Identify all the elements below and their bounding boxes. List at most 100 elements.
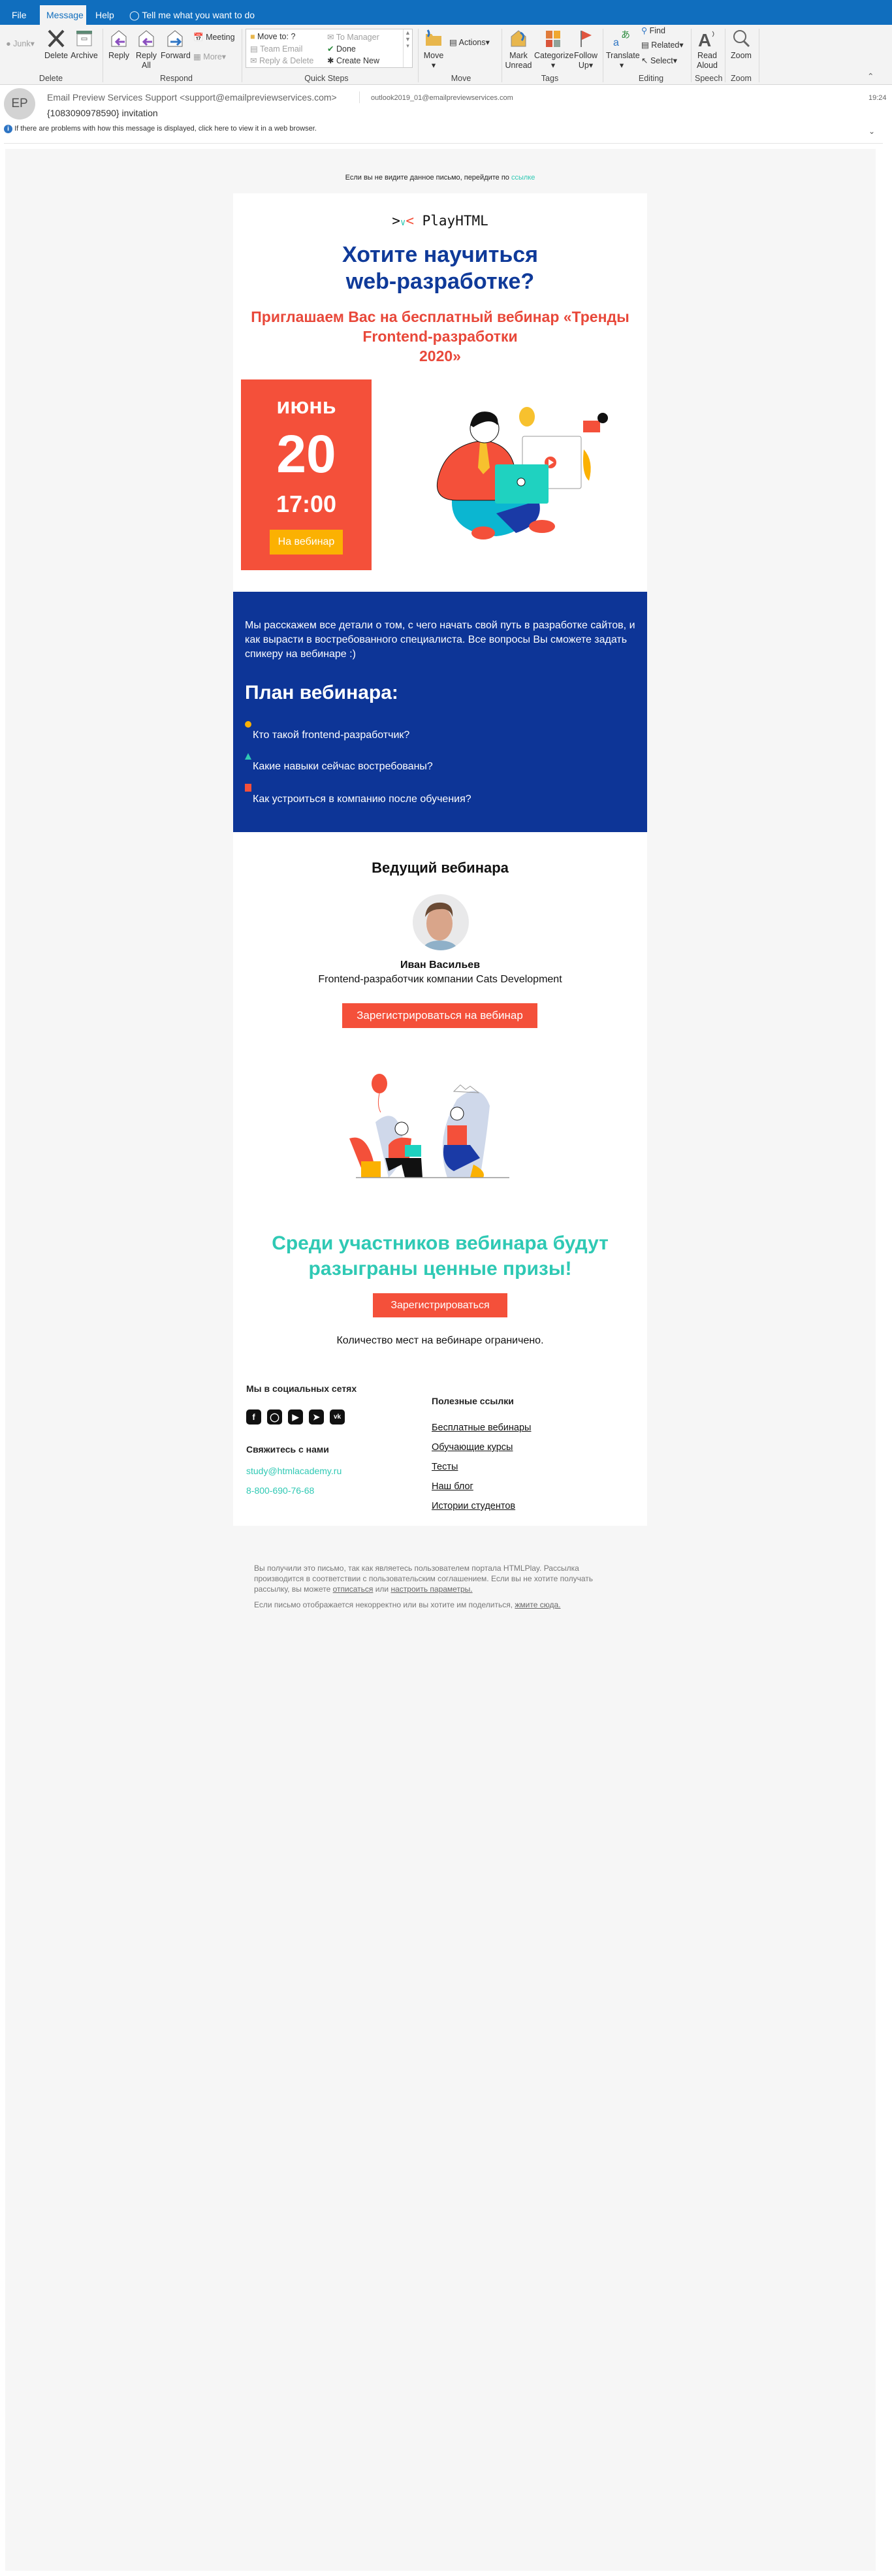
logo-icon: >∨< (392, 213, 414, 229)
group-label-speech: Speech (695, 74, 723, 83)
reply-all-button[interactable]: Reply All (133, 29, 159, 71)
quick-step-reply-delete[interactable]: ✉ Reply & Delete (250, 56, 313, 65)
youtube-icon[interactable]: ▶ (288, 1409, 303, 1425)
reply-all-icon (138, 30, 154, 47)
link-tests[interactable]: Тесты (432, 1462, 458, 1472)
quick-step-move-to[interactable]: ■ Move to: ? (250, 32, 295, 41)
meeting-icon: 📅 (193, 33, 204, 42)
webinar-button[interactable]: На вебинар (270, 530, 343, 555)
limited-seats-note: Количество мест на вебинаре ограничено. (336, 1335, 544, 1346)
junk-button[interactable]: ● Junk▾ (4, 39, 37, 49)
quick-steps-gallery: ■ Move to: ? ▤ Team Email ✉ Reply & Dele… (246, 29, 413, 68)
link-courses[interactable]: Обучающие курсы (432, 1442, 513, 1453)
tab-file[interactable]: File (5, 5, 33, 25)
group-label-respond: Respond (159, 74, 193, 83)
find-button[interactable]: ⚲ Find (641, 26, 665, 36)
categorize-icon (546, 31, 560, 47)
mark-unread-button[interactable]: Mark Unread (504, 29, 533, 71)
svg-text:A: A (698, 30, 711, 48)
host-name: Иван Васильев (400, 959, 481, 971)
forward-button[interactable]: Forward (161, 29, 191, 61)
expand-header-icon[interactable]: ⌄ (868, 127, 875, 136)
telegram-icon[interactable]: ➤ (309, 1409, 324, 1425)
preheader: Если вы не видите данное письмо, перейди… (345, 174, 535, 182)
related-button[interactable]: ▤ Related▾ (641, 40, 684, 50)
quick-step-create-new[interactable]: ✱ Create New (327, 56, 379, 65)
ribbon: ● Junk▾ Delete Archive Delete Reply Repl… (0, 25, 892, 85)
instagram-icon[interactable]: ◯ (267, 1409, 282, 1425)
group-label-move: Move (451, 74, 471, 83)
more-respond-button[interactable]: ▦ More▾ (193, 52, 226, 62)
reply-button[interactable]: Reply (107, 29, 131, 61)
webview-link[interactable]: жмите сюда. (515, 1600, 560, 1609)
follow-up-button[interactable]: Follow Up▾ (573, 29, 598, 71)
unsubscribe-link[interactable]: отписаться (333, 1585, 374, 1594)
group-label-delete: Delete (39, 74, 63, 83)
collapse-ribbon-icon[interactable]: ⌃ (867, 72, 874, 82)
reply-delete-icon: ✉ (250, 56, 257, 65)
categorize-button[interactable]: Categorize ▾ (534, 29, 573, 71)
link-blog[interactable]: Наш блог (432, 1481, 473, 1492)
plan-item: Как устроиться в компанию после обучения… (253, 794, 471, 805)
tab-help[interactable]: Help (89, 5, 121, 25)
move-folder-icon (426, 29, 441, 46)
quick-step-done[interactable]: ✔ Done (327, 44, 356, 54)
junk-icon: ● (6, 39, 11, 48)
event-day: 20 (276, 425, 336, 484)
web-view-infobar[interactable]: i If there are problems with how this me… (4, 125, 317, 133)
message-header: EP Email Preview Services Support <suppo… (0, 85, 892, 149)
facebook-icon[interactable]: f (246, 1409, 261, 1425)
event-time: 17:00 (276, 491, 337, 517)
delete-button[interactable]: Delete (44, 29, 68, 61)
read-aloud-icon: A (698, 30, 714, 48)
actions-button[interactable]: ▤ Actions▾ (449, 38, 490, 48)
zoom-button[interactable]: Zoom (729, 29, 754, 61)
contact-email[interactable]: study@htmlacademy.ru (246, 1466, 342, 1476)
translate-button[interactable]: a あ Translate ▾ (606, 29, 640, 71)
host-title: Ведущий вебинара (372, 860, 509, 876)
team-email-icon: ▤ (250, 44, 258, 54)
quick-step-team-email[interactable]: ▤ Team Email (250, 44, 302, 54)
register-button[interactable]: Зарегистрироваться (373, 1293, 507, 1317)
search-icon: ⚲ (641, 26, 648, 35)
register-webinar-button[interactable]: Зарегистрироваться на вебинар (342, 1003, 537, 1028)
link-free-webinars[interactable]: Бесплатные вебинары (432, 1423, 531, 1433)
to-manager-icon: ✉ (327, 33, 334, 42)
contact-phone[interactable]: 8-800-690-76-68 (246, 1485, 314, 1496)
footer-legal: Вы получили это письмо, так как являетес… (254, 1564, 593, 1594)
footer-webview: Если письмо отображается некорректно или… (254, 1600, 561, 1609)
sender[interactable]: Email Preview Services Support <support@… (47, 92, 337, 103)
reply-icon (111, 30, 127, 47)
link-student-stories[interactable]: Истории студентов (432, 1501, 515, 1511)
forward-icon (167, 30, 183, 47)
recipient[interactable]: outlook2019_01@emailpreviewservices.com (371, 94, 513, 102)
host-role: Frontend-разработчик компании Cats Devel… (318, 974, 562, 985)
settings-link[interactable]: настроить параметры. (390, 1585, 472, 1594)
avatar: EP (4, 88, 35, 120)
event-month: июнь (276, 394, 336, 419)
tell-me-search[interactable]: ◯ Tell me what you want to do (123, 5, 261, 25)
vk-icon[interactable]: vk (330, 1409, 345, 1425)
plan-item: Какие навыки сейчас востребованы? (253, 761, 433, 772)
tab-message[interactable]: Message (40, 5, 86, 25)
info-icon: i (4, 125, 12, 133)
quick-steps-scroll[interactable]: ▲ ▼ ▾ (403, 29, 412, 67)
host-photo (413, 894, 469, 950)
ribbon-tabs: File Message Help ◯ Tell me what you wan… (0, 0, 892, 25)
mark-unread-icon (511, 30, 526, 47)
read-aloud-button[interactable]: A Read Aloud (695, 29, 720, 71)
select-button[interactable]: ↖ Select▾ (641, 56, 677, 66)
plan-item: Кто такой frontend-разработчик? (253, 730, 410, 741)
move-button[interactable]: Move ▾ (422, 29, 445, 71)
received-time: 19:24 (868, 94, 887, 102)
group-label-tags: Tags (541, 74, 559, 83)
meeting-button[interactable]: 📅 Meeting (193, 33, 235, 42)
flag-icon (581, 31, 592, 47)
email-content: >∨< PlayHTML Хотите научиться web-разрабо… (233, 193, 647, 1526)
quick-step-to-manager[interactable]: ✉ To Manager (327, 32, 379, 42)
translate-icon: aあ (613, 29, 630, 48)
folder-icon: ■ (250, 32, 255, 41)
archive-button[interactable]: Archive (69, 29, 99, 61)
lightbulb-icon: ◯ (129, 10, 140, 20)
preheader-link[interactable]: ссылке (511, 174, 535, 182)
